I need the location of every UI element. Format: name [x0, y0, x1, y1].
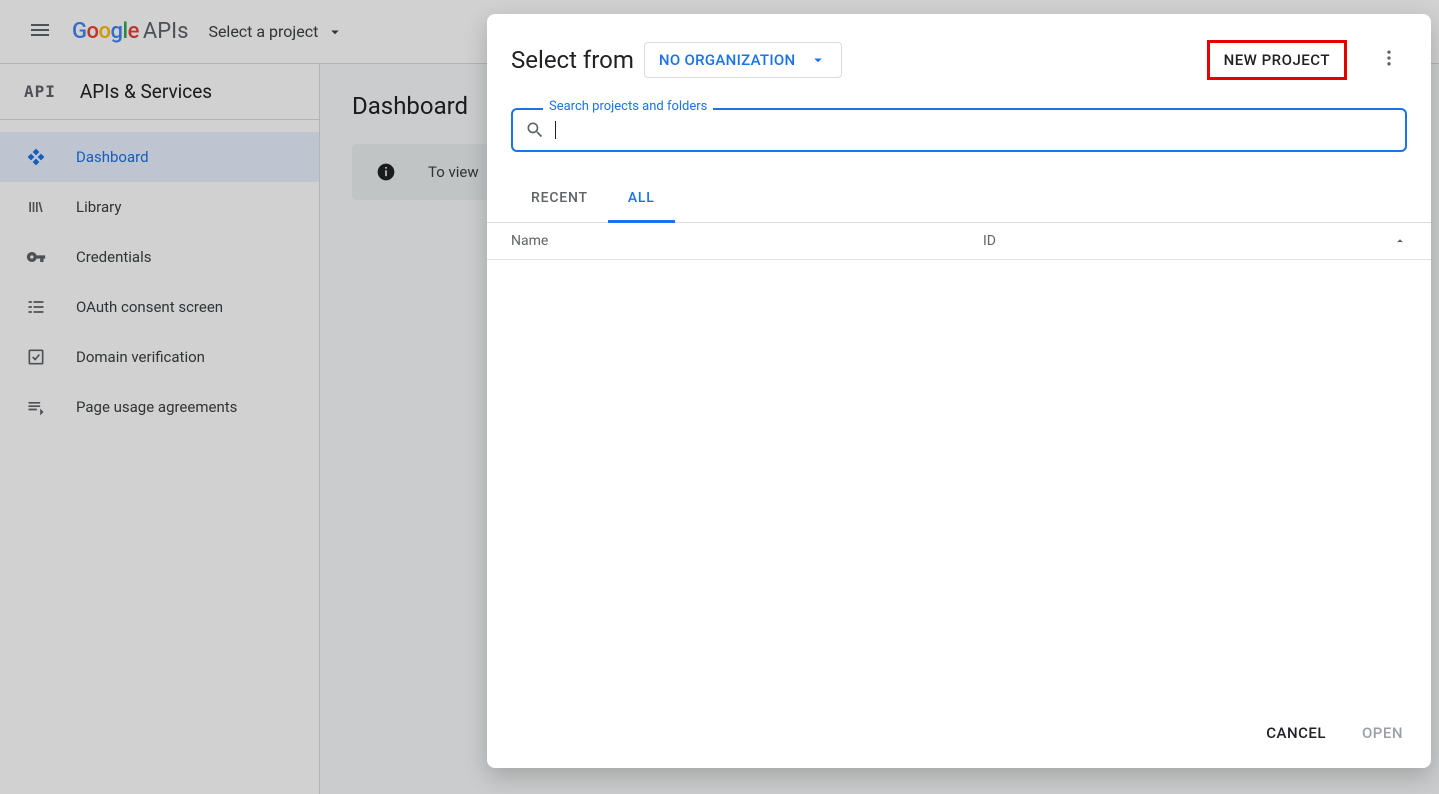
open-button: OPEN: [1362, 724, 1403, 742]
table-header: Name ID: [487, 223, 1431, 260]
search-field[interactable]: [511, 108, 1407, 152]
search-label: Search projects and folders: [543, 99, 713, 114]
new-project-button[interactable]: NEW PROJECT: [1207, 40, 1347, 80]
organization-label: NO ORGANIZATION: [659, 51, 796, 69]
more-options-icon[interactable]: [1371, 40, 1407, 80]
dialog-title: Select from: [511, 46, 634, 74]
tab-all[interactable]: ALL: [608, 176, 675, 223]
table-body[interactable]: [487, 261, 1431, 704]
project-picker-dialog: Select from NO ORGANIZATION NEW PROJECT …: [487, 14, 1431, 768]
search-input[interactable]: [556, 121, 1393, 139]
tabs: RECENT ALL: [487, 176, 1431, 223]
dropdown-arrow-icon: [809, 51, 827, 69]
column-name[interactable]: Name: [511, 233, 983, 249]
organization-dropdown[interactable]: NO ORGANIZATION: [644, 42, 843, 78]
cancel-button[interactable]: CANCEL: [1266, 724, 1326, 742]
sort-arrow-icon: [1393, 234, 1407, 248]
column-id[interactable]: ID: [983, 233, 1393, 249]
new-project-label: NEW PROJECT: [1224, 51, 1330, 69]
search-icon: [525, 120, 545, 140]
tab-recent[interactable]: RECENT: [511, 176, 608, 223]
